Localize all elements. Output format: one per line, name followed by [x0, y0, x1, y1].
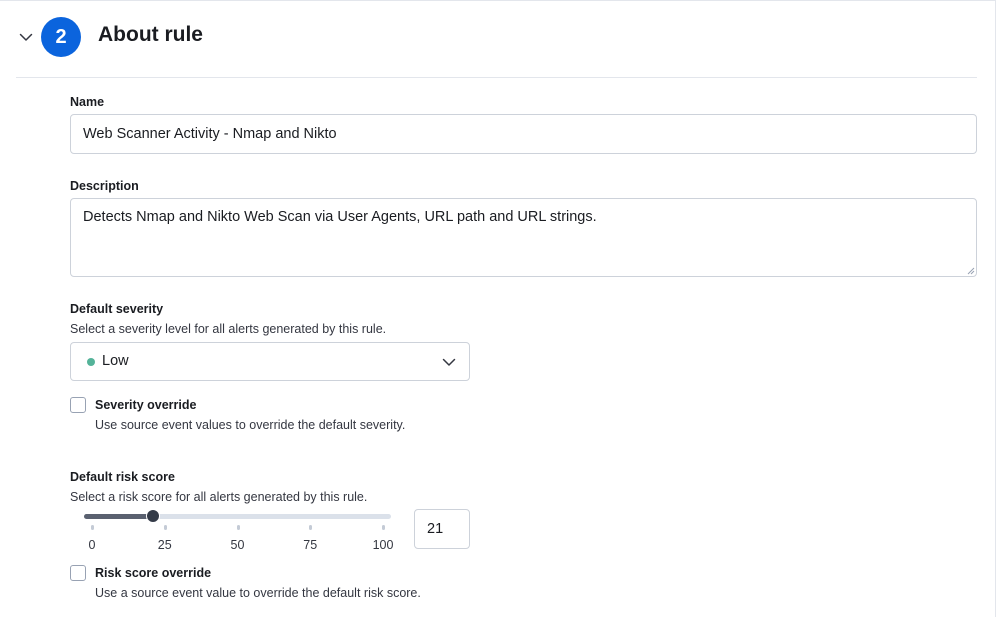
step-number-badge: 2	[41, 17, 81, 57]
slider-tick-label: 25	[157, 538, 172, 552]
slider-tick-label: 100	[372, 538, 394, 552]
slider-tick-label: 50	[230, 538, 245, 552]
description-textarea[interactable]: Detects Nmap and Nikto Web Scan via User…	[70, 198, 977, 277]
chevron-down-icon	[442, 358, 456, 366]
severity-label: Default severity	[70, 302, 164, 316]
slider-tick-mark	[91, 525, 94, 530]
slider-tick-mark	[163, 525, 167, 530]
slider-tick-label: 75	[303, 538, 318, 552]
risk-score-override-checkbox[interactable]	[70, 565, 86, 581]
low-severity-dot-icon	[87, 358, 95, 366]
resize-grip-icon[interactable]	[967, 267, 975, 275]
severity-override-help-text: Use source event values to override the …	[95, 418, 406, 432]
description-wrapper: Detects Nmap and Nikto Web Scan via User…	[70, 198, 977, 277]
risk-score-override-help-text: Use a source event value to override the…	[95, 586, 421, 600]
severity-override-label[interactable]: Severity override	[95, 398, 196, 412]
severity-selected-value: Low	[102, 353, 129, 369]
severity-override-checkbox[interactable]	[70, 397, 86, 413]
chevron-down-icon[interactable]	[18, 29, 34, 45]
slider-tick-mark	[382, 525, 385, 530]
risk-score-slider-fill	[84, 514, 154, 519]
risk-score-label: Default risk score	[70, 470, 175, 484]
page-title: About rule	[98, 23, 203, 46]
risk-score-slider-thumb[interactable]	[146, 509, 161, 523]
step-header: 2 About rule	[16, 1, 977, 78]
severity-help-text: Select a severity level for all alerts g…	[70, 322, 387, 336]
risk-score-slider[interactable]	[84, 509, 391, 523]
about-rule-panel: 2 About rule Name Description Detects Nm…	[0, 0, 996, 617]
severity-select[interactable]: Low	[70, 342, 470, 381]
name-label: Name	[70, 95, 105, 109]
description-label: Description	[70, 179, 139, 193]
slider-tick-label: 0	[88, 538, 96, 552]
slider-tick-mark	[236, 525, 240, 530]
risk-score-help-text: Select a risk score for all alerts gener…	[70, 490, 368, 504]
risk-score-number-input[interactable]	[414, 509, 470, 549]
slider-tick-mark	[309, 525, 313, 530]
name-input[interactable]	[70, 114, 977, 154]
risk-score-override-label[interactable]: Risk score override	[95, 566, 211, 580]
